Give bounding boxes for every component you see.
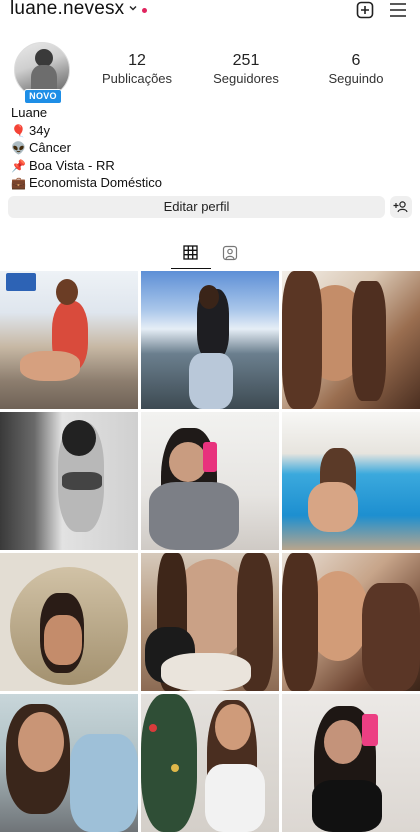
bio-text: 34y	[29, 122, 50, 138]
stat-followers-label: Seguidores	[213, 71, 279, 86]
profile-name: Luane	[11, 105, 48, 120]
bio-line: 📌 Boa Vista - RR	[11, 157, 162, 175]
stat-posts[interactable]: 12 Publicações	[92, 52, 182, 88]
photo-pool[interactable]	[282, 412, 420, 550]
photo-mirror-selfie-dark[interactable]	[282, 694, 420, 832]
discover-people-button[interactable]	[390, 196, 412, 218]
notification-dot	[142, 8, 147, 13]
photo-car-selfie[interactable]	[0, 694, 138, 832]
stat-following-value: 6	[351, 52, 361, 69]
chevron-down-icon[interactable]	[128, 3, 138, 13]
add-person-icon	[393, 201, 408, 213]
photo-selfie-closeup[interactable]	[282, 271, 420, 409]
briefcase-icon: 💼	[11, 176, 26, 190]
grid-icon	[183, 245, 198, 260]
photo-oval-mirror[interactable]	[0, 553, 138, 691]
photo-lying-portrait[interactable]	[282, 553, 420, 691]
tagged-icon	[222, 245, 238, 261]
edit-profile-button[interactable]: Editar perfil	[8, 196, 385, 218]
photo-bw-bikini[interactable]	[0, 412, 138, 550]
menu-icon[interactable]	[389, 2, 407, 18]
stat-followers[interactable]: 251 Seguidores	[201, 52, 291, 88]
tab-tagged[interactable]	[212, 238, 248, 268]
bio-line: 🎈 34y	[11, 122, 162, 140]
tab-posts-grid[interactable]	[171, 238, 211, 269]
stat-posts-label: Publicações	[101, 71, 173, 86]
profile-bio: Luane 🎈 34y 👽 Câncer 📌 Boa Vista - RR 💼 Econ…	[11, 104, 162, 192]
profile-tabs	[0, 238, 420, 269]
bio-text: Boa Vista - RR	[29, 157, 115, 173]
bio-line: 💼 Economista Doméstico	[11, 174, 162, 192]
bio-text: Câncer	[29, 140, 71, 155]
bio-line: 👽 Câncer	[11, 139, 162, 157]
photo-with-cat[interactable]	[141, 553, 279, 691]
photo-lake-jeans[interactable]	[141, 271, 279, 409]
photo-mirror-selfie-pink-phone[interactable]	[141, 412, 279, 550]
balloon-icon: 🎈	[11, 123, 26, 138]
new-badge: NOVO	[24, 89, 62, 104]
stat-followers-value: 251	[232, 52, 260, 69]
stat-following-label: Seguindo	[328, 71, 384, 86]
photo-red-swimsuit[interactable]	[0, 271, 138, 409]
username[interactable]: luane.nevesx	[10, 0, 124, 20]
bio-text: Economista Doméstico	[29, 175, 162, 190]
create-post-icon[interactable]	[356, 1, 374, 19]
alien-icon: 👽	[11, 141, 26, 155]
stat-following[interactable]: 6 Seguindo	[311, 52, 401, 88]
photo-christmas-tree[interactable]	[141, 694, 279, 832]
top-bar: luane.nevesx	[0, 0, 420, 24]
pushpin-icon: 📌	[11, 158, 26, 173]
stat-posts-value: 12	[128, 52, 146, 69]
